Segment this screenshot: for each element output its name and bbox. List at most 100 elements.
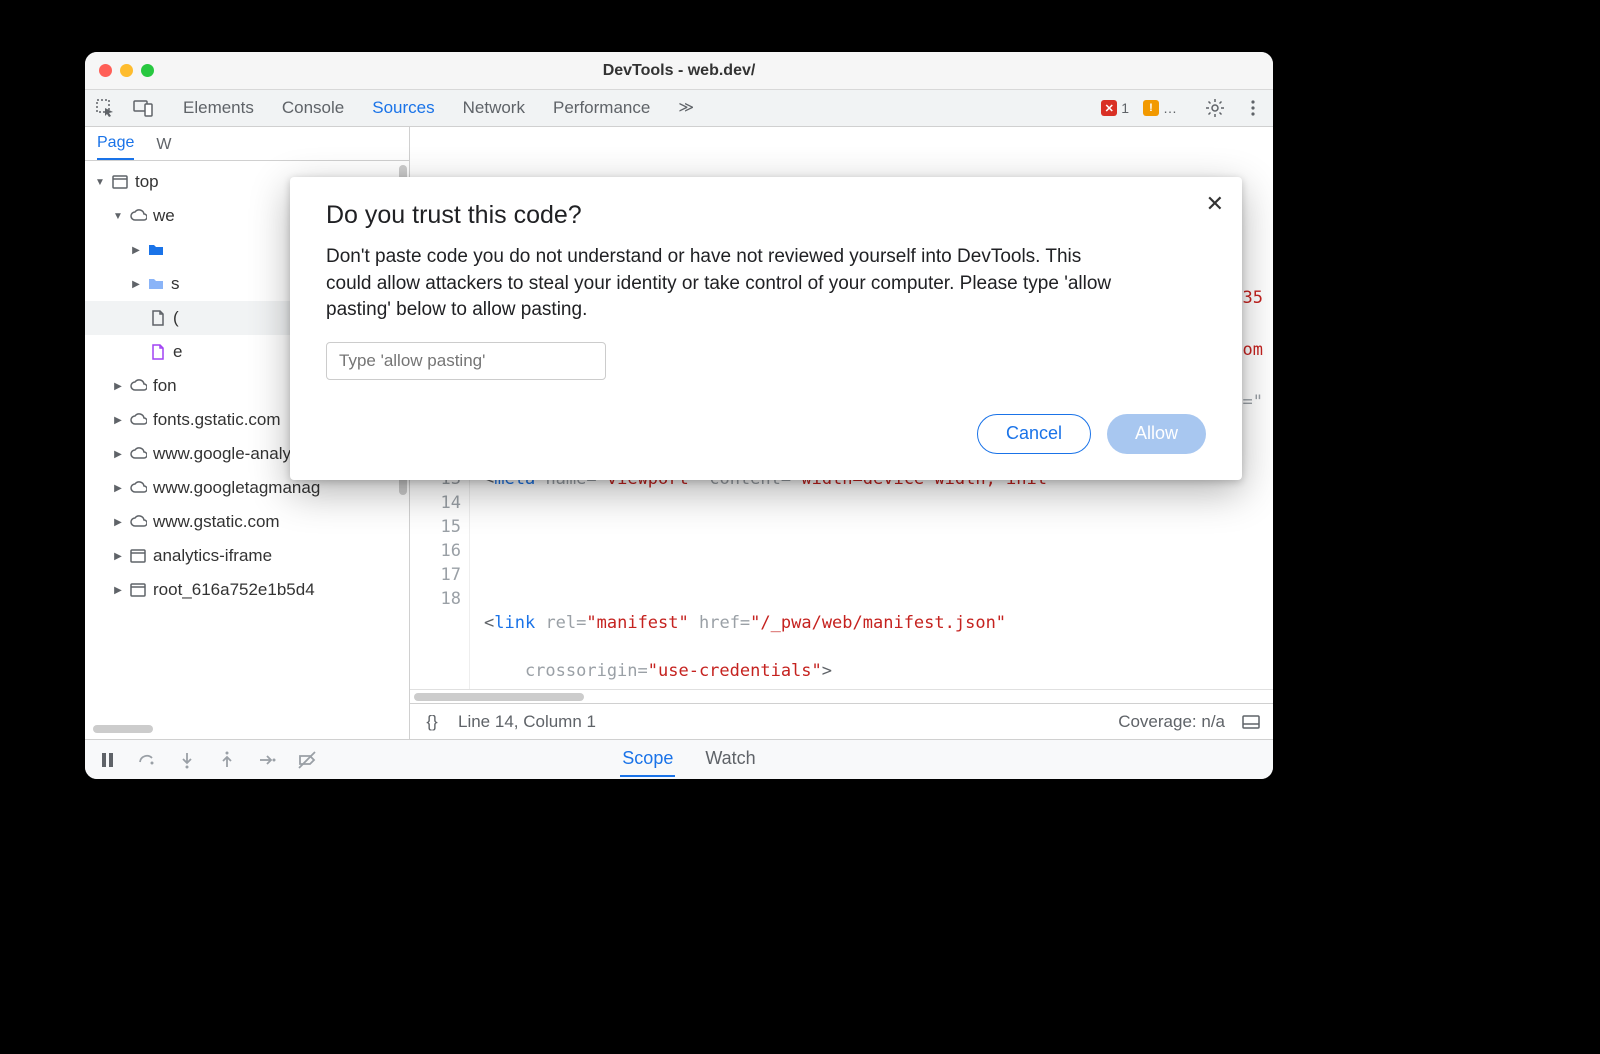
deactivate-breakpoints-icon[interactable] [297, 750, 317, 770]
pause-icon[interactable] [97, 750, 117, 770]
cloud-icon [129, 207, 147, 225]
tree-label: s [171, 274, 180, 294]
error-count: 1 [1121, 100, 1129, 116]
line-number: 16 [410, 539, 461, 563]
dialog-body: Don't paste code you do not understand o… [326, 244, 1126, 324]
cursor-position: Line 14, Column 1 [458, 712, 596, 732]
navigator-tab-page[interactable]: Page [97, 134, 134, 160]
step-over-icon[interactable] [137, 750, 157, 770]
error-icon: ✕ [1101, 100, 1117, 116]
tree-disclosure-icon[interactable] [113, 415, 123, 426]
main-tabs: Elements Console Sources Network Perform… [183, 98, 1083, 118]
cloud-icon [129, 445, 147, 463]
kebab-menu-icon[interactable] [1243, 98, 1263, 118]
tree-disclosure-icon[interactable] [131, 279, 141, 290]
tab-watch[interactable]: Watch [703, 742, 757, 777]
inspect-element-icon[interactable] [95, 98, 115, 118]
line-number: 18 [410, 587, 461, 611]
tab-performance[interactable]: Performance [553, 98, 650, 118]
traffic-lights [99, 64, 154, 77]
tree-disclosure-icon[interactable] [113, 517, 123, 528]
cloud-icon [129, 479, 147, 497]
tree-label: ( [173, 308, 179, 328]
code-line: <link rel="manifest" href="/_pwa/web/man… [484, 611, 1273, 635]
fullscreen-window-button[interactable] [141, 64, 154, 77]
close-window-button[interactable] [99, 64, 112, 77]
code-line: crossorigin="use-credentials"> [484, 659, 1273, 683]
coverage-label: Coverage: n/a [1118, 712, 1225, 732]
tab-network[interactable]: Network [463, 98, 525, 118]
warning-badge[interactable]: ! … [1143, 100, 1177, 116]
tree-label: fon [153, 376, 177, 396]
device-toolbar-icon[interactable] [133, 98, 153, 118]
cancel-button[interactable]: Cancel [977, 414, 1091, 454]
editor-hscrollbar[interactable] [410, 689, 1273, 703]
debugger-tabs: Scope Watch [317, 742, 1061, 777]
window-icon [111, 173, 129, 191]
tree-label: top [135, 172, 159, 192]
allow-button[interactable]: Allow [1107, 414, 1206, 454]
tree-disclosure-icon[interactable] [113, 551, 123, 562]
error-badge[interactable]: ✕ 1 [1101, 100, 1129, 116]
devtools-window: DevTools - web.dev/ Elements Console Sou… [85, 52, 1273, 779]
step-into-icon[interactable] [177, 750, 197, 770]
dialog-title: Do you trust this code? [326, 201, 1206, 230]
tree-disclosure-icon[interactable] [113, 449, 123, 460]
line-number: 15 [410, 515, 461, 539]
tree-row-frame[interactable]: root_616a752e1b5d4 [85, 573, 409, 607]
tree-hscrollbar[interactable] [93, 725, 401, 735]
line-number: 14 [410, 491, 461, 515]
tree-label: we [153, 206, 175, 226]
window-title: DevTools - web.dev/ [85, 62, 1273, 80]
navigator-tab-workspace[interactable]: W [156, 136, 171, 160]
dialog-close-icon[interactable]: ✕ [1206, 191, 1224, 217]
cloud-icon [129, 411, 147, 429]
folder-icon [147, 275, 165, 293]
tree-label: analytics-iframe [153, 546, 272, 566]
line-number: 17 [410, 563, 461, 587]
editor-statusbar: {} Line 14, Column 1 Coverage: n/a [410, 703, 1273, 739]
code-line [484, 563, 1273, 587]
minimize-window-button[interactable] [120, 64, 133, 77]
tree-label: root_616a752e1b5d4 [153, 580, 315, 600]
allow-pasting-input[interactable] [326, 342, 606, 380]
pretty-print-icon[interactable]: {} [422, 712, 442, 732]
tree-disclosure-icon[interactable] [113, 585, 123, 596]
tab-elements[interactable]: Elements [183, 98, 254, 118]
step-out-icon[interactable] [217, 750, 237, 770]
tree-disclosure-icon[interactable] [131, 245, 141, 256]
toggle-drawer-icon[interactable] [1241, 712, 1261, 732]
tree-disclosure-icon[interactable] [113, 381, 123, 392]
window-icon [129, 581, 147, 599]
tree-label: fonts.gstatic.com [153, 410, 281, 430]
tree-disclosure-icon[interactable] [113, 483, 123, 494]
folder-icon [147, 241, 165, 259]
tree-row-origin[interactable]: www.gstatic.com [85, 505, 409, 539]
cloud-icon [129, 377, 147, 395]
tree-disclosure-icon[interactable] [113, 211, 123, 222]
trust-code-dialog: ✕ Do you trust this code? Don't paste co… [290, 177, 1242, 480]
tab-console[interactable]: Console [282, 98, 344, 118]
code-line [484, 515, 1273, 539]
tree-row-frame[interactable]: analytics-iframe [85, 539, 409, 573]
dialog-buttons: Cancel Allow [326, 414, 1206, 454]
warning-icon: ! [1143, 100, 1159, 116]
cloud-icon [129, 513, 147, 531]
tab-sources[interactable]: Sources [372, 98, 434, 118]
tree-label: e [173, 342, 182, 362]
settings-icon[interactable] [1205, 98, 1225, 118]
tree-label: www.googletagmanag [153, 478, 320, 498]
tab-scope[interactable]: Scope [620, 742, 675, 777]
warning-count: … [1163, 100, 1177, 116]
file-icon [149, 309, 167, 327]
debugger-bar: Scope Watch [85, 739, 1273, 779]
tree-disclosure-icon[interactable] [95, 177, 105, 188]
file-icon [149, 343, 167, 361]
devtools-tabbar: Elements Console Sources Network Perform… [85, 90, 1273, 127]
step-icon[interactable] [257, 750, 277, 770]
issue-badges: ✕ 1 ! … [1101, 100, 1177, 116]
more-tabs-button[interactable]: ≫ [678, 98, 694, 118]
navigator-tabs: Page W [85, 127, 409, 161]
tree-label: www.gstatic.com [153, 512, 280, 532]
window-icon [129, 547, 147, 565]
